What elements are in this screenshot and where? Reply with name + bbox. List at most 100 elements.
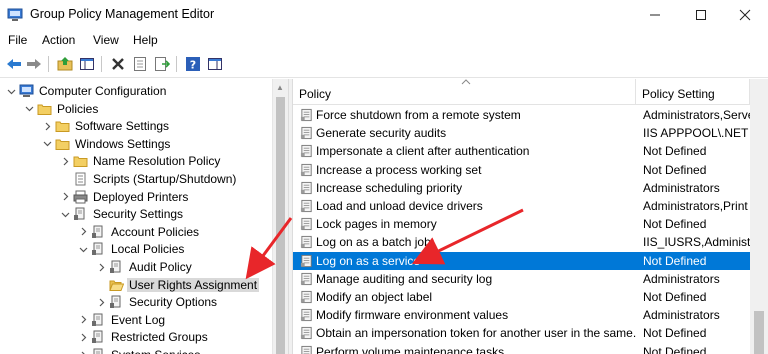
tree-node[interactable]: Security Settings	[0, 205, 272, 223]
expand-chevron-right-icon[interactable]	[96, 262, 106, 272]
tree-node[interactable]: Windows Settings	[0, 135, 272, 153]
tree-node-label: Event Log	[111, 312, 166, 327]
group-policy-app-icon	[7, 8, 23, 21]
scrollbar-thumb[interactable]	[276, 97, 285, 354]
toolbar: ?	[0, 50, 768, 78]
tree-node[interactable]: Computer Configuration	[0, 82, 272, 100]
expand-chevron-right-icon[interactable]	[78, 315, 88, 325]
expand-chevron-right-icon[interactable]	[78, 332, 88, 342]
delete-button[interactable]	[109, 55, 127, 73]
policy-row[interactable]: Perform volume maintenance tasks Not Defi…	[293, 343, 750, 354]
tree-node[interactable]: Local Policies	[0, 240, 272, 258]
back-arrow-icon	[7, 59, 21, 69]
security-icon	[92, 242, 103, 256]
expand-chevron-right-icon[interactable]	[78, 350, 88, 354]
column-header-setting[interactable]: Policy Setting	[636, 79, 750, 105]
close-icon	[739, 9, 751, 21]
expand-chevron-down-icon[interactable]	[6, 86, 16, 96]
policy-row[interactable]: Modify firmware environment values Admini…	[293, 306, 750, 324]
policy-row[interactable]: Increase scheduling priority Administrato…	[293, 179, 750, 197]
properties-button[interactable]	[131, 55, 149, 73]
policy-row[interactable]: Lock pages in memory Not Defined	[293, 215, 750, 233]
expand-chevron-right-icon[interactable]	[96, 297, 106, 307]
menu-help[interactable]: Help	[133, 33, 158, 47]
tree-node[interactable]: Account Policies	[0, 223, 272, 241]
tree-node[interactable]: Restricted Groups	[0, 328, 272, 346]
up-one-level-button[interactable]	[56, 55, 74, 73]
expand-chevron-down-icon[interactable]	[78, 244, 88, 254]
tree-node[interactable]: Policies	[0, 100, 272, 118]
close-button[interactable]	[722, 0, 768, 30]
policy-row[interactable]: Modify an object label Not Defined	[293, 288, 750, 306]
expand-chevron-right-icon[interactable]	[78, 227, 88, 237]
menu-file[interactable]: File	[8, 33, 27, 47]
security-icon	[74, 207, 85, 221]
help-button[interactable]: ?	[184, 55, 202, 73]
policy-name: Force shutdown from a remote system	[316, 108, 521, 122]
policy-icon	[300, 127, 312, 140]
tree-node[interactable]: Deployed Printers	[0, 188, 272, 206]
tree-node-label: Audit Policy	[129, 260, 192, 274]
policy-setting: Administrators,Serve	[643, 108, 750, 122]
policy-setting: Administrators	[643, 180, 720, 195]
menu-view[interactable]: View	[93, 33, 119, 47]
policy-row[interactable]: Load and unload device drivers Administra…	[293, 197, 750, 215]
minimize-button[interactable]	[632, 0, 678, 30]
tree-node-label: Software Settings	[75, 119, 170, 134]
policy-setting: Administrators	[643, 308, 720, 323]
policy-row[interactable]: Increase a process working set Not Define…	[293, 161, 750, 179]
tree-node[interactable]: Event Log	[0, 311, 272, 329]
policy-icon	[300, 181, 312, 194]
tree-scrollbar[interactable]: ▲	[272, 79, 288, 354]
tree-node[interactable]: User Rights Assignment	[0, 276, 272, 294]
policy-row[interactable]: Impersonate a client after authenticatio…	[293, 142, 750, 160]
tree-node[interactable]: Audit Policy	[0, 258, 272, 276]
security-icon	[110, 295, 121, 309]
policy-row[interactable]: Generate security audits IIS APPPOOL\.NET…	[293, 124, 750, 142]
expand-chevron-right-icon[interactable]	[60, 156, 70, 166]
forward-button[interactable]	[25, 55, 43, 73]
scrollbar-thumb[interactable]	[754, 311, 764, 354]
export-list-icon	[155, 57, 170, 71]
policy-name: Increase a process working set	[316, 162, 482, 177]
policy-row[interactable]: Obtain an impersonation token for anothe…	[293, 324, 750, 342]
policy-row[interactable]: Log on as a batch job IIS_IUSRS,Administr…	[293, 233, 750, 251]
tree-node-label: Local Policies	[111, 242, 185, 257]
tree-node[interactable]: Scripts (Startup/Shutdown)	[0, 170, 272, 188]
tree-node-label: System Services	[109, 348, 202, 354]
expand-chevron-right-icon[interactable]	[60, 192, 70, 202]
policy-row[interactable]: Manage auditing and security log Administ…	[293, 270, 750, 288]
tree-node[interactable]: Security Options	[0, 293, 272, 311]
policy-setting: Not Defined	[643, 344, 707, 354]
export-list-button[interactable]	[153, 55, 171, 73]
expand-chevron-down-icon[interactable]	[60, 209, 70, 219]
menu-bar: File Action View Help	[0, 30, 768, 50]
show-action-pane-button[interactable]	[206, 55, 224, 73]
policy-name: Log on as a batch job	[316, 235, 431, 250]
policy-icon	[300, 345, 312, 354]
expand-chevron-down-icon[interactable]	[24, 104, 34, 114]
up-folder-icon	[57, 57, 73, 71]
menu-action[interactable]: Action	[42, 33, 75, 47]
tree-node[interactable]: Name Resolution Policy	[0, 152, 272, 170]
security-icon	[92, 313, 103, 326]
show-hide-tree-button[interactable]	[78, 55, 96, 73]
policy-name: Perform volume maintenance tasks	[316, 344, 505, 354]
folder-icon	[37, 104, 52, 115]
expand-chevron-down-icon[interactable]	[42, 139, 52, 149]
tree-node-label: Restricted Groups	[111, 330, 208, 345]
policy-icon	[300, 327, 312, 340]
tree-node[interactable]: Software Settings	[0, 117, 272, 135]
scroll-up-icon[interactable]: ▲	[276, 83, 284, 92]
tree-node[interactable]: System Services	[0, 346, 272, 354]
security-icon	[92, 330, 103, 344]
list-scrollbar[interactable]	[750, 79, 768, 354]
expand-chevron-right-icon[interactable]	[42, 121, 52, 131]
policy-row[interactable]: Force shutdown from a remote system Admin…	[293, 106, 750, 124]
policy-row[interactable]: Log on as a service Not Defined	[293, 251, 750, 270]
policy-icon	[300, 218, 312, 231]
back-button[interactable]	[5, 55, 23, 73]
maximize-button[interactable]	[678, 0, 724, 30]
column-header-policy[interactable]: Policy	[293, 79, 636, 105]
tree-pane: Computer Configuration Policies Software S…	[0, 79, 288, 354]
